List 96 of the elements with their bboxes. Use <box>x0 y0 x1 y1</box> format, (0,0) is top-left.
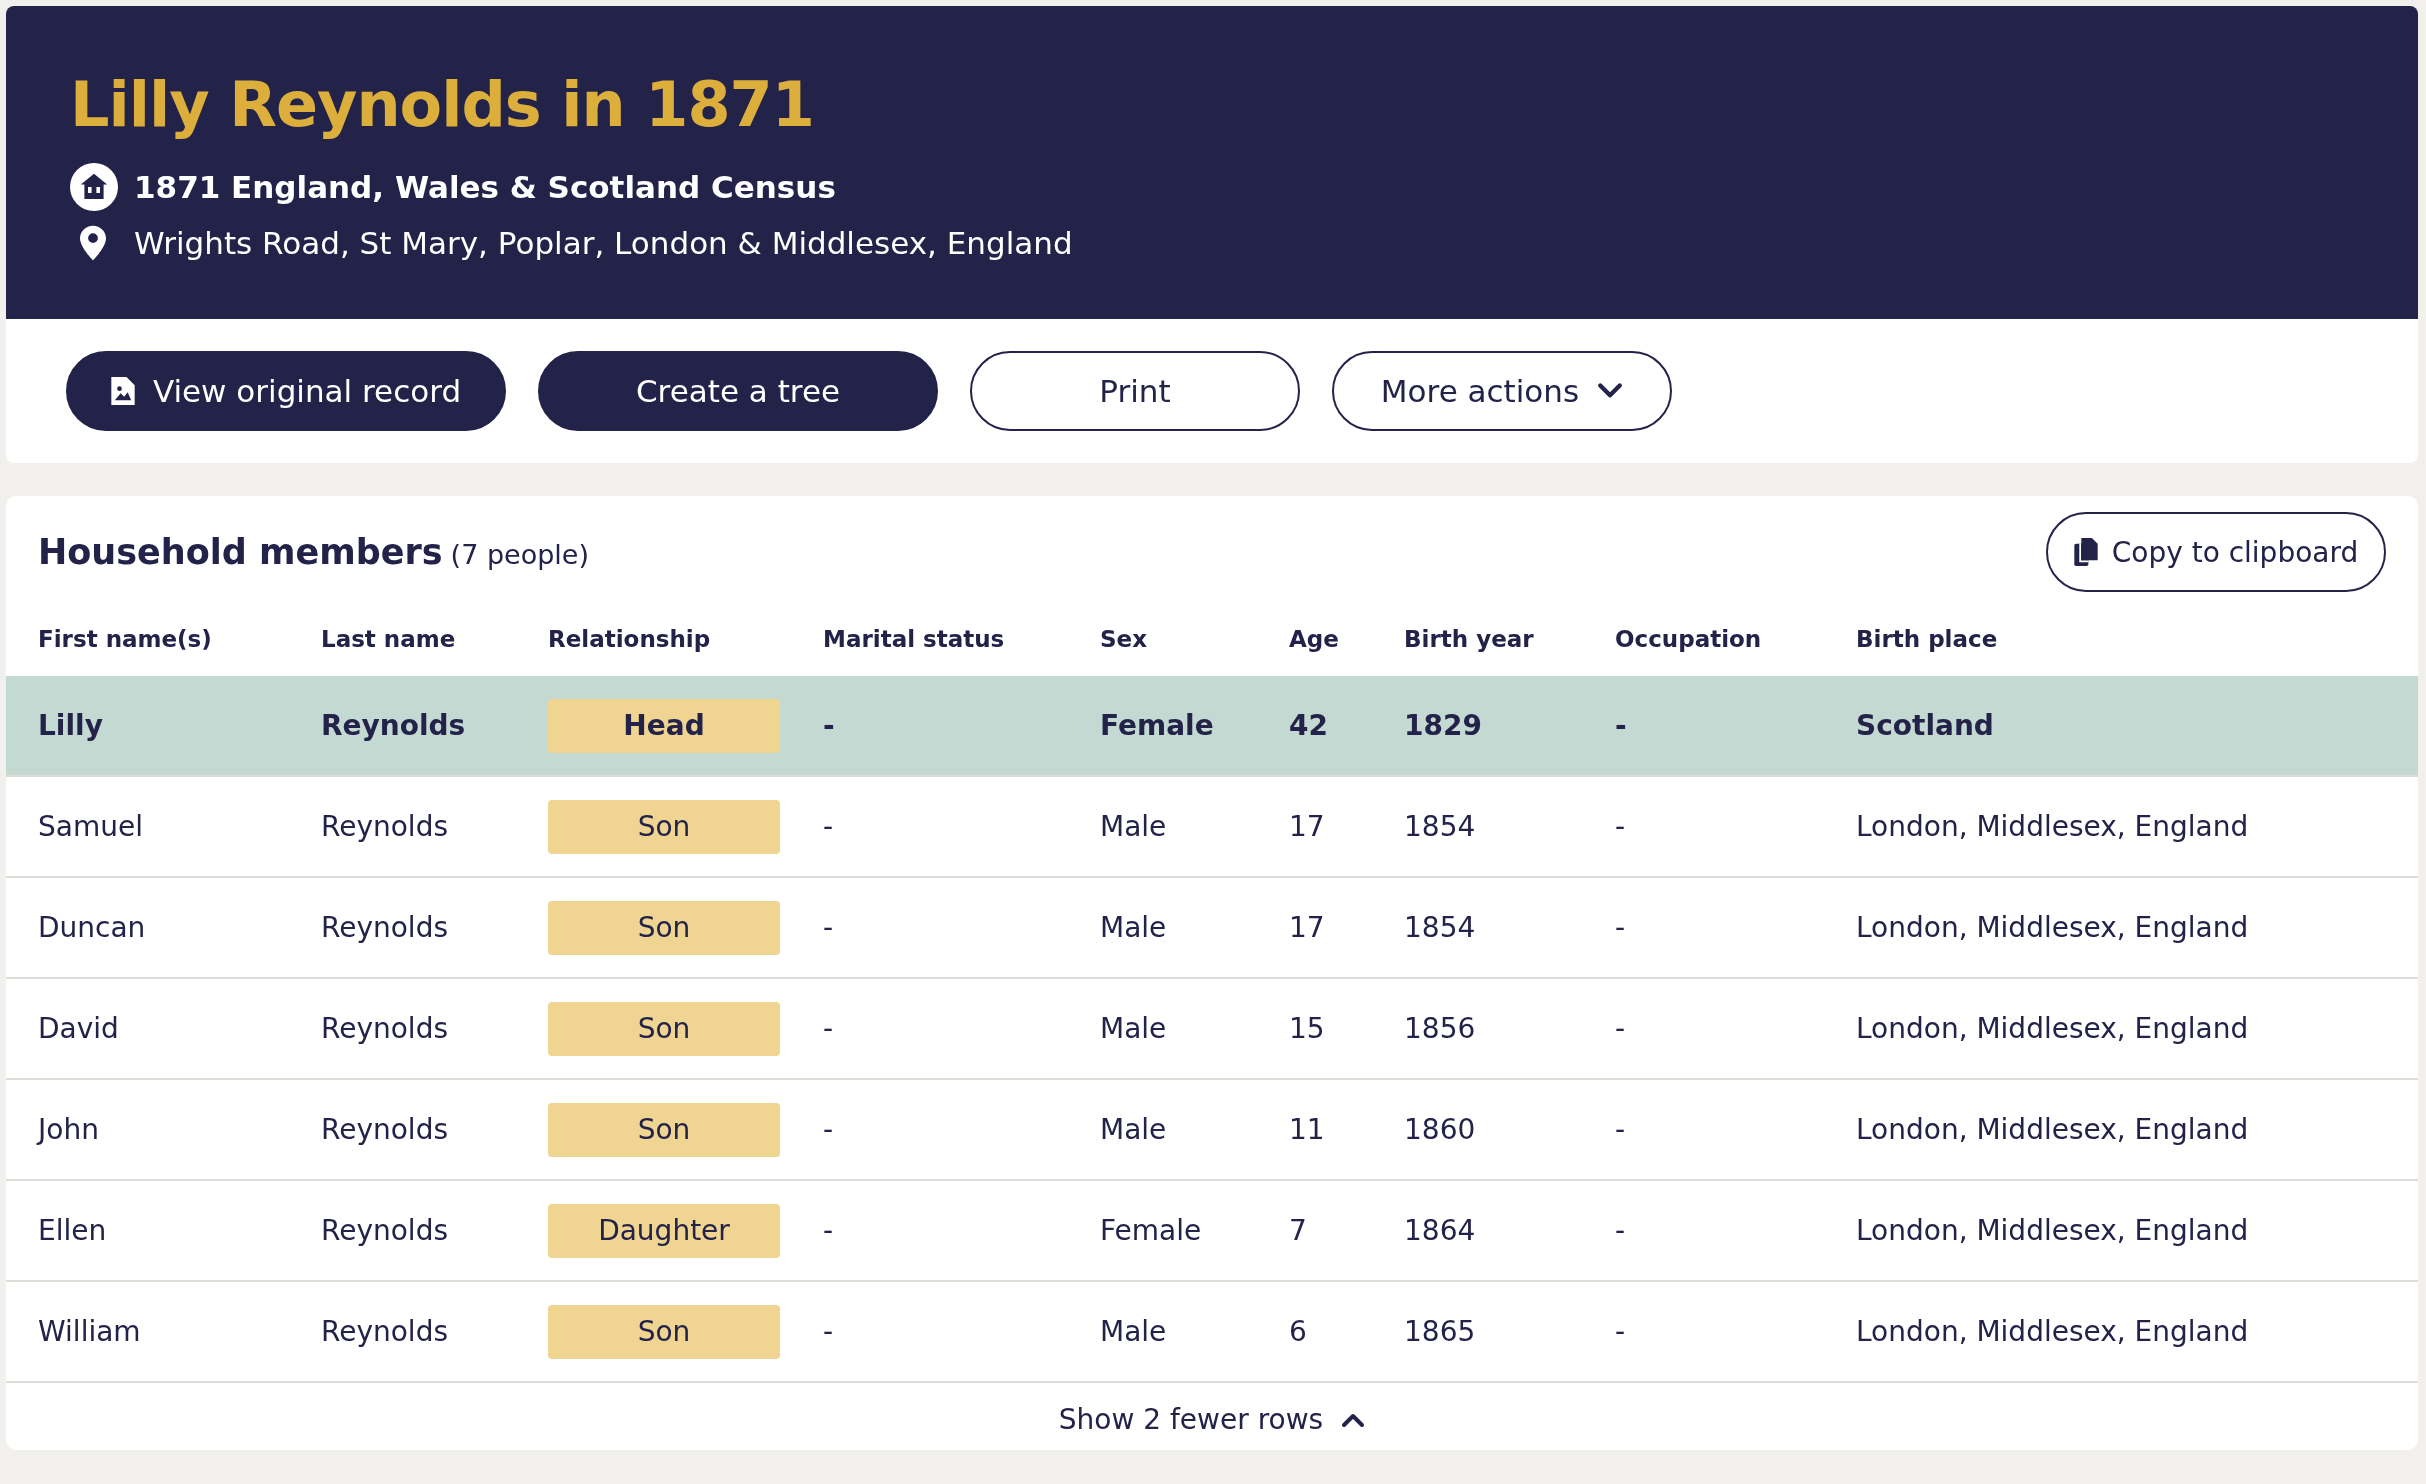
table-cell: Ellen <box>38 1214 107 1247</box>
table-cell: Male <box>1100 1012 1167 1045</box>
table-cell: Reynolds <box>321 810 448 843</box>
table-cell: - <box>1615 810 1626 843</box>
table-cell: 42 <box>1289 709 1328 742</box>
table-cell: - <box>823 1113 834 1146</box>
chevron-down-icon <box>1597 382 1624 400</box>
location-text: Wrights Road, St Mary, Poplar, London & Middlesex, England <box>134 225 1073 261</box>
more-actions-button[interactable]: More actions <box>1332 351 1672 431</box>
table-cell: William <box>38 1315 141 1348</box>
table-cell: London, Middlesex, England <box>1856 1113 2249 1146</box>
table-cell: - <box>1615 1214 1626 1247</box>
table-cell: Female <box>1100 709 1214 742</box>
column-header: Birth year <box>1404 626 1535 652</box>
document-image-icon <box>110 377 135 405</box>
table-cell: 7 <box>1289 1214 1307 1247</box>
table-cell: - <box>823 1315 834 1348</box>
table-row[interactable]: William Reynolds Son - Male 6 1865 - London, Middlesex, England <box>6 1282 2418 1383</box>
table-cell: - <box>823 709 835 742</box>
relationship-tag: Son <box>548 1001 780 1056</box>
table-row[interactable]: John Reynolds Son - Male 11 1860 - London, Middlesex, England <box>6 1080 2418 1181</box>
column-header: First name(s) <box>38 626 213 652</box>
show-fewer-rows-button[interactable]: Show 2 fewer rows <box>1054 1399 1370 1440</box>
table-cell: - <box>1615 911 1626 944</box>
table-cell: 1864 <box>1404 1214 1476 1247</box>
relationship-tag: Son <box>548 1102 780 1157</box>
table-cell: Male <box>1100 1315 1167 1348</box>
column-header: Sex <box>1100 626 1148 652</box>
table-cell: Duncan <box>38 911 146 944</box>
relationship-tag: Son <box>548 900 780 955</box>
table-cell: 1856 <box>1404 1012 1476 1045</box>
table-row[interactable]: Samuel Reynolds Son - Male 17 1854 - London, Middlesex, England <box>6 777 2418 878</box>
table-cell: Reynolds <box>321 1315 448 1348</box>
table-cell: Reynolds <box>321 1113 448 1146</box>
page-title: Lilly Reynolds in 1871 <box>70 68 815 141</box>
table-cell: 15 <box>1289 1012 1325 1045</box>
people-count: (7 people) <box>450 539 589 570</box>
table-cell: Scotland <box>1856 709 1994 742</box>
table-cell: 1829 <box>1404 709 1482 742</box>
house-icon <box>70 163 118 211</box>
column-header: Relationship <box>548 626 712 652</box>
column-header: Age <box>1289 626 1340 652</box>
collection-name: 1871 England, Wales & Scotland Census <box>134 169 836 205</box>
table-cell: Lilly <box>38 709 103 742</box>
copy-icon <box>2073 538 2098 566</box>
relationship-tag: Son <box>548 799 780 854</box>
table-cell: London, Middlesex, England <box>1856 810 2249 843</box>
table-cell: London, Middlesex, England <box>1856 1012 2249 1045</box>
print-button[interactable]: Print <box>970 351 1300 431</box>
table-cell: - <box>1615 1113 1626 1146</box>
table-cell: Male <box>1100 1113 1167 1146</box>
column-header: Occupation <box>1615 626 1763 652</box>
table-row[interactable]: Duncan Reynolds Son - Male 17 1854 - London, Middlesex, England <box>6 878 2418 979</box>
table-row[interactable]: Lilly Reynolds Head - Female 42 1829 - Scotland <box>6 676 2418 777</box>
table-cell: - <box>823 911 834 944</box>
table-cell: 1854 <box>1404 911 1476 944</box>
table-cell: John <box>38 1113 99 1146</box>
table-cell: - <box>1615 709 1627 742</box>
table-cell: London, Middlesex, England <box>1856 1214 2249 1247</box>
column-header: Marital status <box>823 626 1006 652</box>
table-cell: Reynolds <box>321 709 466 742</box>
create-tree-button[interactable]: Create a tree <box>538 351 938 431</box>
relationship-tag: Head <box>548 698 780 753</box>
table-cell: 1854 <box>1404 810 1476 843</box>
table-cell: - <box>823 1214 834 1247</box>
column-header: Birth place <box>1856 626 1999 652</box>
table-cell: - <box>823 810 834 843</box>
relationship-tag: Son <box>548 1304 780 1359</box>
table-row[interactable]: David Reynolds Son - Male 15 1856 - London, Middlesex, England <box>6 979 2418 1080</box>
table-cell: Female <box>1100 1214 1202 1247</box>
view-record-button[interactable]: View original record <box>66 351 506 431</box>
table-cell: David <box>38 1012 119 1045</box>
copy-button[interactable]: Copy to clipboard <box>2046 512 2386 592</box>
table-cell: 11 <box>1289 1113 1325 1146</box>
table-cell: Male <box>1100 810 1167 843</box>
table-cell: - <box>1615 1315 1626 1348</box>
table-cell: Samuel <box>38 810 143 843</box>
table-row[interactable]: Ellen Reynolds Daughter - Female 7 1864 - London, Middlesex, England <box>6 1181 2418 1282</box>
table-cell: London, Middlesex, England <box>1856 1315 2249 1348</box>
table-cell: - <box>1615 1012 1626 1045</box>
relationship-tag: Daughter <box>548 1203 780 1258</box>
table-cell: - <box>823 1012 834 1045</box>
table-cell: 6 <box>1289 1315 1307 1348</box>
table-cell: Reynolds <box>321 911 448 944</box>
table-cell: 1865 <box>1404 1315 1476 1348</box>
chevron-up-icon <box>1341 1411 1366 1428</box>
table-cell: Male <box>1100 911 1167 944</box>
section-title: Household members <box>38 532 443 572</box>
table-cell: 17 <box>1289 810 1325 843</box>
location-pin-icon <box>80 225 106 261</box>
column-header: Last name <box>321 626 457 652</box>
table-cell: 1860 <box>1404 1113 1476 1146</box>
table-cell: Reynolds <box>321 1214 448 1247</box>
table-cell: 17 <box>1289 911 1325 944</box>
table-cell: London, Middlesex, England <box>1856 911 2249 944</box>
table-cell: Reynolds <box>321 1012 448 1045</box>
